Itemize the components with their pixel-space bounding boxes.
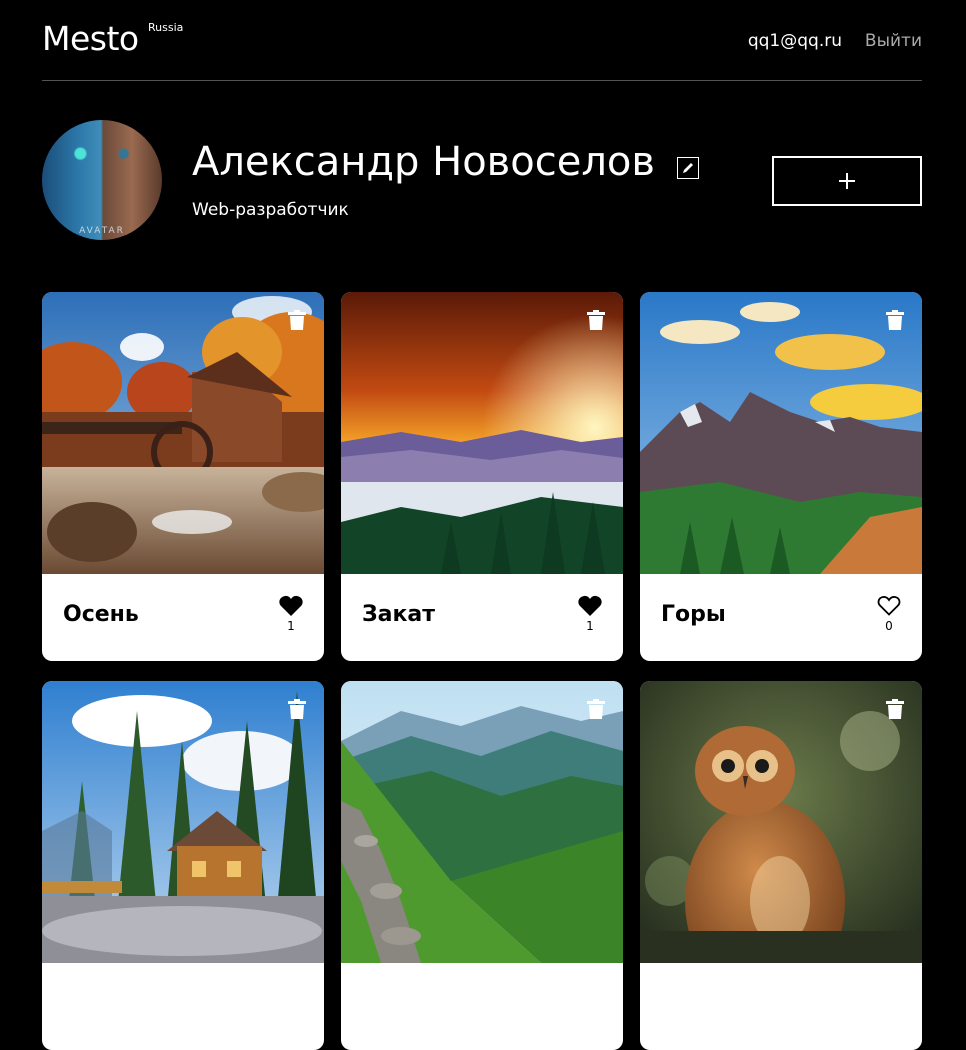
green-valley-image (341, 681, 623, 963)
card-image-sunset-valley[interactable] (341, 292, 623, 574)
heart-filled-icon[interactable] (578, 595, 602, 616)
like-count: 0 (885, 619, 893, 633)
like-group: 1 (577, 595, 603, 632)
profile-about: Web-разработчик (192, 200, 349, 220)
add-card-button[interactable] (772, 156, 922, 206)
card-image-owl[interactable] (640, 681, 922, 963)
heart-filled-icon[interactable] (279, 595, 303, 616)
owl-image (640, 681, 922, 963)
logo[interactable]: Mesto (42, 22, 139, 55)
card-image-green-valley[interactable] (341, 681, 623, 963)
card: Осень 1 (42, 292, 324, 661)
trash-icon[interactable] (587, 310, 605, 330)
forest-cabin-image (42, 681, 324, 963)
profile: AVATAR Александр Новоселов Web-разработч… (42, 120, 922, 240)
trash-icon[interactable] (288, 699, 306, 719)
avatar-caption: AVATAR (79, 226, 125, 236)
card-title: Закат (362, 604, 436, 626)
card (640, 681, 922, 1050)
heart-outline-icon[interactable] (877, 595, 901, 616)
pencil-icon (683, 163, 693, 173)
like-count: 1 (586, 619, 594, 633)
user-email: qq1@qq.ru (747, 31, 842, 51)
header: Mesto Russia qq1@qq.ru Выйти (42, 0, 922, 81)
card (42, 681, 324, 1050)
like-group: 0 (876, 595, 902, 632)
card (341, 681, 623, 1050)
plus-icon (839, 173, 855, 189)
logo-country: Russia (148, 21, 184, 34)
card: Горы 0 (640, 292, 922, 661)
trash-icon[interactable] (886, 699, 904, 719)
trash-icon[interactable] (587, 699, 605, 719)
cards-grid: Осень 1 Закат 1 Горы 0 (42, 292, 922, 1050)
edit-profile-button[interactable] (677, 157, 699, 179)
mountains-image (640, 292, 922, 574)
card-image-forest-cabin[interactable] (42, 681, 324, 963)
avatar[interactable]: AVATAR (42, 120, 162, 240)
card-image-mountains[interactable] (640, 292, 922, 574)
like-count: 1 (287, 619, 295, 633)
trash-icon[interactable] (288, 310, 306, 330)
logout-link[interactable]: Выйти (865, 31, 922, 51)
card-image-autumn-mill[interactable] (42, 292, 324, 574)
autumn-mill-image (42, 292, 324, 574)
card: Закат 1 (341, 292, 623, 661)
profile-name: Александр Новоселов (192, 139, 655, 185)
sunset-valley-image (341, 292, 623, 574)
like-group: 1 (278, 595, 304, 632)
card-title: Горы (661, 604, 726, 626)
trash-icon[interactable] (886, 310, 904, 330)
card-title: Осень (63, 604, 139, 626)
